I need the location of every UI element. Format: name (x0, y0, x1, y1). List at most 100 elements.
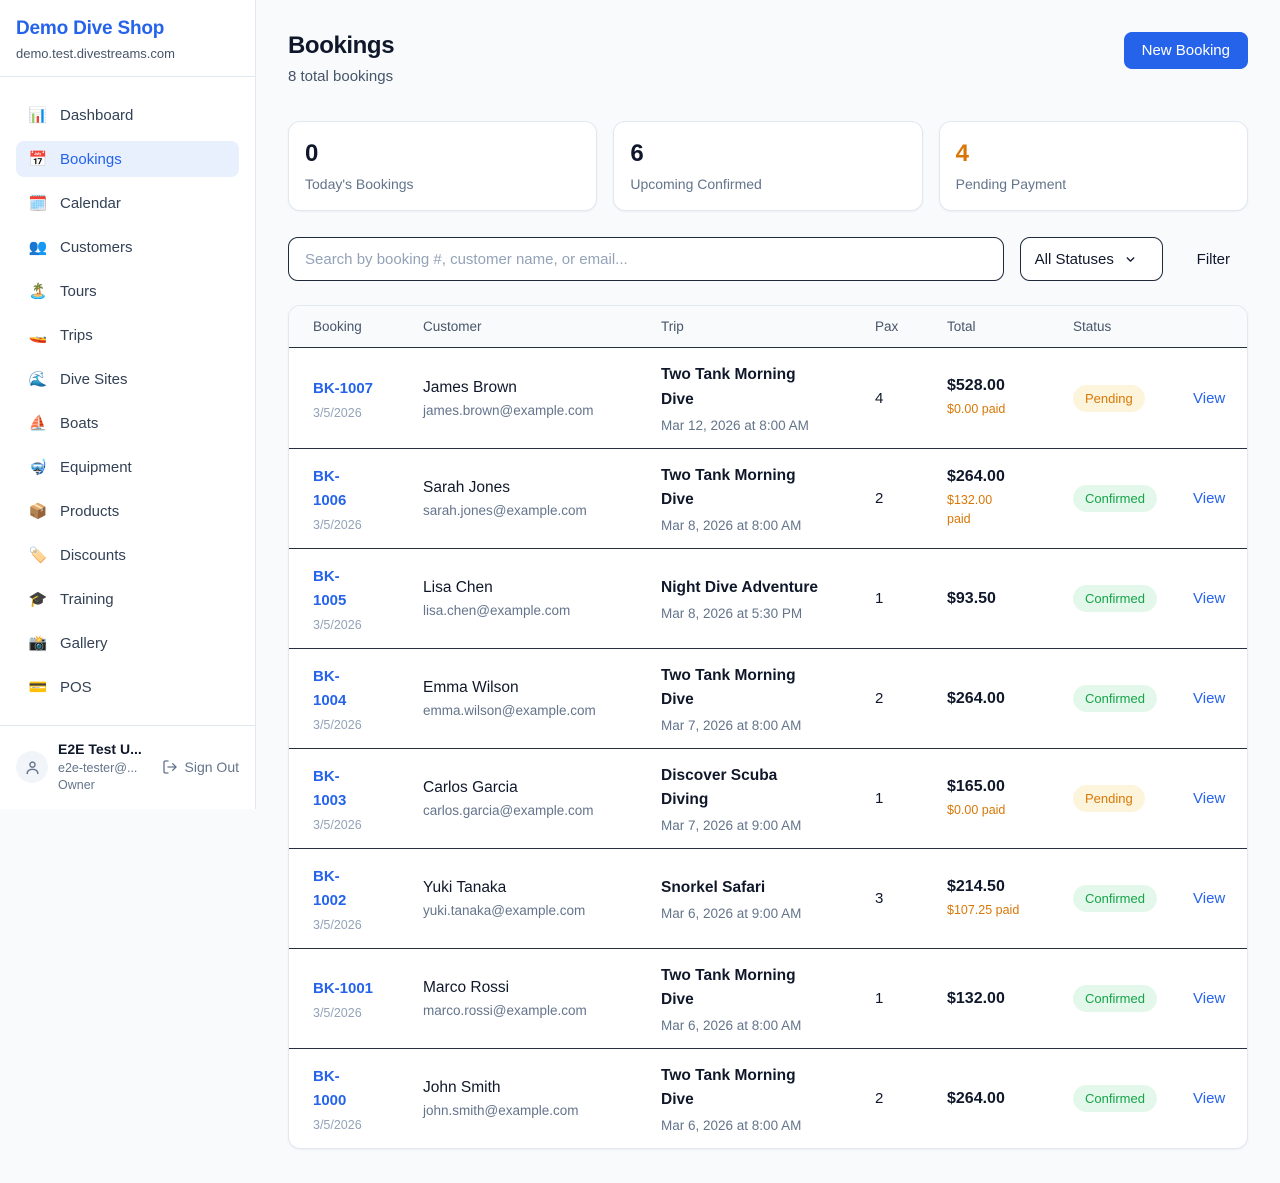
column-header-status: Status (1073, 319, 1193, 334)
total-bookings-count: 8 total bookings (288, 68, 394, 85)
trip-name: Two Tank Morning Dive (661, 664, 875, 712)
sidebar-item-training[interactable]: 🎓 Training (16, 581, 239, 617)
pax-count: 2 (875, 1090, 947, 1107)
sign-out-icon (162, 759, 178, 775)
credit-card-icon: 💳 (28, 678, 48, 696)
total-amount: $214.50 (947, 878, 1073, 896)
trip-name: Snorkel Safari (661, 876, 875, 900)
booking-id-link[interactable]: BK- 1000 (313, 1065, 423, 1113)
pax-count: 3 (875, 890, 947, 907)
island-icon: 🏝️ (28, 282, 48, 300)
total-amount: $93.50 (947, 590, 1073, 608)
view-link[interactable]: View (1193, 590, 1225, 607)
camera-icon: 📸 (28, 634, 48, 652)
column-header-pax: Pax (875, 319, 947, 334)
booking-id-link[interactable]: BK- 1006 (313, 465, 423, 513)
customer-name: John Smith (423, 1079, 661, 1097)
sidebar-item-dashboard[interactable]: 📊 Dashboard (16, 97, 239, 133)
sidebar-item-label: Trips (60, 327, 93, 344)
customer-name: Carlos Garcia (423, 779, 661, 797)
stat-label: Today's Bookings (305, 176, 580, 192)
sidebar-item-customers[interactable]: 👥 Customers (16, 229, 239, 265)
sidebar-item-bookings[interactable]: 📅 Bookings (16, 141, 239, 177)
trip-name: Two Tank Morning Dive (661, 464, 875, 512)
filter-button[interactable]: Filter (1179, 241, 1248, 278)
trip-datetime: Mar 8, 2026 at 8:00 AM (661, 518, 875, 533)
column-header-booking: Booking (313, 319, 423, 334)
view-link[interactable]: View (1193, 1090, 1225, 1107)
trip-name: Night Dive Adventure (661, 576, 875, 600)
paid-amount: $132.00 paid (947, 491, 1073, 529)
status-badge: Confirmed (1073, 585, 1157, 612)
sidebar-item-equipment[interactable]: 🤿 Equipment (16, 449, 239, 485)
wave-icon: 🌊 (28, 370, 48, 388)
column-header-total: Total (947, 319, 1073, 334)
new-booking-button[interactable]: New Booking (1124, 32, 1248, 69)
status-badge: Confirmed (1073, 885, 1157, 912)
sidebar-item-trips[interactable]: 🚤 Trips (16, 317, 239, 353)
sidebar-item-tours[interactable]: 🏝️ Tours (16, 273, 239, 309)
sidebar-item-products[interactable]: 📦 Products (16, 493, 239, 529)
search-input[interactable] (288, 237, 1004, 281)
booking-id-link[interactable]: BK- 1005 (313, 565, 423, 613)
view-link[interactable]: View (1193, 790, 1225, 807)
user-role: Owner (58, 777, 152, 794)
sidebar-item-discounts[interactable]: 🏷️ Discounts (16, 537, 239, 573)
user-meta: E2E Test U... e2e-tester@... Owner (58, 741, 152, 794)
trip-datetime: Mar 8, 2026 at 5:30 PM (661, 606, 875, 621)
sidebar-item-gallery[interactable]: 📸 Gallery (16, 625, 239, 661)
sidebar-item-boats[interactable]: ⛵ Boats (16, 405, 239, 441)
sidebar-item-pos[interactable]: 💳 POS (16, 669, 239, 705)
person-icon (24, 759, 41, 776)
spiral-calendar-icon: 🗓️ (28, 194, 48, 212)
paid-amount: $0.00 paid (947, 400, 1073, 419)
total-amount: $528.00 (947, 377, 1073, 395)
sidebar-item-label: Gallery (60, 635, 108, 652)
booking-id-link[interactable]: BK-1007 (313, 377, 423, 401)
user-name: E2E Test U... (58, 741, 152, 757)
booking-id-link[interactable]: BK- 1003 (313, 765, 423, 813)
view-link[interactable]: View (1193, 990, 1225, 1007)
view-link[interactable]: View (1193, 690, 1225, 707)
customer-email: marco.rossi@example.com (423, 1003, 661, 1018)
trip-datetime: Mar 6, 2026 at 8:00 AM (661, 1018, 875, 1033)
status-badge: Confirmed (1073, 1085, 1157, 1112)
table-row: BK- 1005 3/5/2026 Lisa Chen lisa.chen@ex… (289, 548, 1247, 648)
package-icon: 📦 (28, 502, 48, 520)
booking-date: 3/5/2026 (313, 1006, 423, 1020)
sidebar-item-label: Tours (60, 283, 97, 300)
table-header-row: Booking Customer Trip Pax Total Status (289, 306, 1247, 348)
sidebar-item-calendar[interactable]: 🗓️ Calendar (16, 185, 239, 221)
view-link[interactable]: View (1193, 490, 1225, 507)
booking-id-link[interactable]: BK- 1004 (313, 665, 423, 713)
stat-card-todays-bookings: 0 Today's Bookings (288, 121, 597, 211)
status-filter-value: All Statuses (1035, 251, 1114, 268)
sidebar-item-label: Training (60, 591, 114, 608)
pax-count: 2 (875, 490, 947, 507)
booking-date: 3/5/2026 (313, 518, 423, 532)
customer-name: Marco Rossi (423, 979, 661, 997)
tag-icon: 🏷️ (28, 546, 48, 564)
booking-id-link[interactable]: BK-1001 (313, 977, 423, 1001)
sidebar-item-label: Discounts (60, 547, 126, 564)
customer-name: Emma Wilson (423, 679, 661, 697)
sign-out-button[interactable]: Sign Out (162, 759, 239, 775)
view-link[interactable]: View (1193, 390, 1225, 407)
booking-date: 3/5/2026 (313, 918, 423, 932)
table-row: BK- 1004 3/5/2026 Emma Wilson emma.wilso… (289, 648, 1247, 748)
customer-email: emma.wilson@example.com (423, 703, 661, 718)
sidebar-item-label: POS (60, 679, 92, 696)
main-content: Bookings 8 total bookings New Booking 0 … (256, 0, 1280, 1183)
view-link[interactable]: View (1193, 890, 1225, 907)
sidebar-item-dive-sites[interactable]: 🌊 Dive Sites (16, 361, 239, 397)
customer-email: yuki.tanaka@example.com (423, 903, 661, 918)
status-filter-select[interactable]: All Statuses (1020, 237, 1163, 281)
booking-date: 3/5/2026 (313, 718, 423, 732)
sign-out-label: Sign Out (185, 759, 239, 775)
trip-datetime: Mar 6, 2026 at 8:00 AM (661, 1118, 875, 1133)
total-amount: $165.00 (947, 778, 1073, 796)
page-header: Bookings 8 total bookings New Booking (288, 32, 1248, 85)
booking-id-link[interactable]: BK- 1002 (313, 865, 423, 913)
customer-name: James Brown (423, 379, 661, 397)
sidebar-item-label: Bookings (60, 151, 122, 168)
